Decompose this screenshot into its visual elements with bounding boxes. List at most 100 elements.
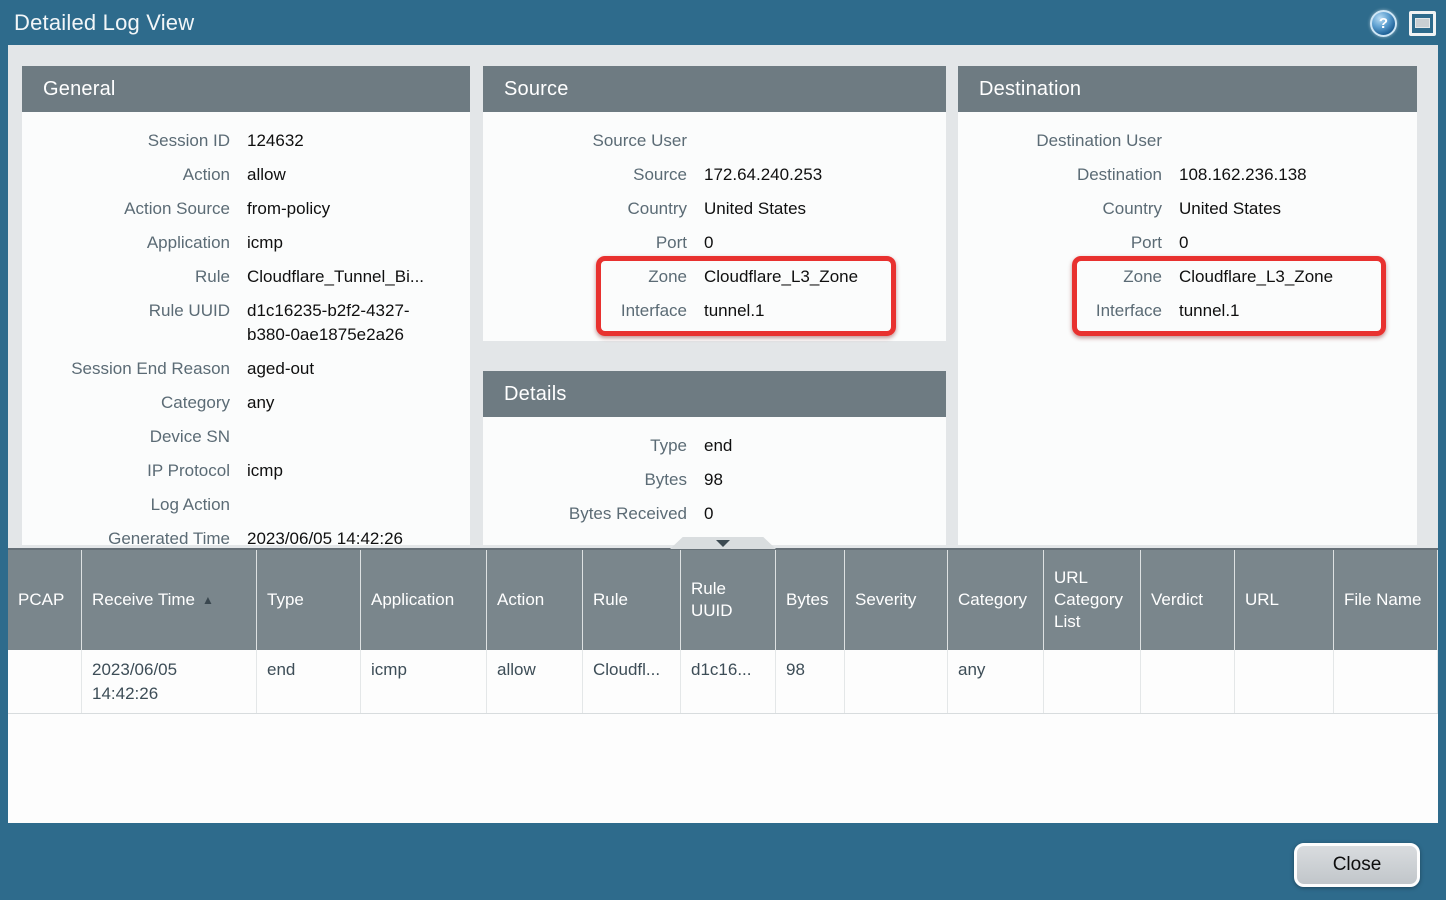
cell-type: end: [257, 650, 361, 713]
column-header-url[interactable]: URL: [1235, 550, 1334, 650]
field-label: Source User: [483, 129, 687, 153]
cell-severity: [845, 650, 948, 713]
dialog-title: Detailed Log View: [14, 10, 194, 36]
field-label: Zone: [483, 265, 687, 289]
column-header-label: Severity: [855, 589, 916, 611]
dialog-content: General Session ID124632ActionallowActio…: [8, 45, 1438, 823]
column-header-application[interactable]: Application: [361, 550, 487, 650]
field-label: Category: [22, 391, 230, 415]
field-label: Application: [22, 231, 230, 255]
column-header-verdict[interactable]: Verdict: [1141, 550, 1235, 650]
field-value: United States: [1179, 197, 1281, 221]
details-panel: Details TypeendBytes98Bytes Received0: [483, 371, 946, 545]
field-row: Source User: [483, 124, 946, 158]
field-value: end: [704, 434, 732, 458]
cell-action: allow: [487, 650, 583, 713]
field-value: tunnel.1: [704, 299, 765, 323]
general-panel-body: Session ID124632Actionallow Action Source…: [22, 112, 470, 545]
field-row: Bytes98: [483, 463, 946, 497]
field-row: Interfacetunnel.1: [958, 294, 1417, 328]
field-value: any: [247, 391, 274, 415]
field-row: Bytes Received0: [483, 497, 946, 531]
maximize-icon[interactable]: [1409, 11, 1436, 36]
field-row: Log Action: [22, 488, 470, 522]
column-header-severity[interactable]: Severity: [845, 550, 948, 650]
field-row: Application icmp: [22, 226, 470, 260]
sort-asc-icon: ▲: [202, 589, 214, 611]
column-header-pcap[interactable]: PCAP: [8, 550, 82, 650]
receive-time-value: 2023/06/05 14:42:26: [92, 658, 200, 706]
field-label: Country: [958, 197, 1162, 221]
field-row: Actionallow: [22, 158, 470, 192]
column-header-file-name[interactable]: File Name: [1334, 550, 1438, 650]
field-row: Session End Reasonaged-out: [22, 352, 470, 386]
field-value: Cloudflare_Tunnel_Bi...: [247, 265, 424, 289]
cell-bytes: 98: [776, 650, 845, 713]
field-value: 0: [704, 502, 713, 526]
close-button[interactable]: Close: [1294, 843, 1420, 887]
field-row: Interfacetunnel.1: [483, 294, 946, 328]
field-row: Source172.64.240.253: [483, 158, 946, 192]
destination-panel-body: Destination User Destination108.162.236.1…: [958, 112, 1417, 328]
field-label: Country: [483, 197, 687, 221]
column-header-bytes[interactable]: Bytes: [776, 550, 845, 650]
field-row: Rule Cloudflare_Tunnel_Bi...: [22, 260, 470, 294]
field-row: IP Protocol icmp: [22, 454, 470, 488]
field-row: Destination108.162.236.138: [958, 158, 1417, 192]
column-header-rule-uuid[interactable]: Rule UUID: [681, 550, 776, 650]
field-value: United States: [704, 197, 806, 221]
field-row: Port0: [483, 226, 946, 260]
field-label: Zone: [958, 265, 1162, 289]
field-row: Country United States: [483, 192, 946, 226]
field-label: Log Action: [22, 493, 230, 517]
log-table-header: PCAPReceive Time▲ Type Application Action Ru…: [8, 550, 1438, 650]
field-value: 0: [704, 231, 713, 255]
field-label: Rule UUID: [22, 299, 230, 347]
cell-rule: Cloudfl...: [583, 650, 681, 713]
field-value: aged-out: [247, 357, 314, 381]
cell-verdict: [1141, 650, 1235, 713]
field-value: 98: [704, 468, 723, 492]
help-icon[interactable]: ?: [1370, 10, 1397, 37]
field-label: Type: [483, 434, 687, 458]
cell-application: icmp: [361, 650, 487, 713]
field-value: 2023/06/05 14:42:26: [247, 527, 403, 545]
field-row: Session ID124632: [22, 124, 470, 158]
field-row: Zone Cloudflare_L3_Zone: [483, 260, 946, 294]
field-label: IP Protocol: [22, 459, 230, 483]
field-value: from-policy: [247, 197, 330, 221]
field-value: 108.162.236.138: [1179, 163, 1307, 187]
titlebar-icons: ?: [1370, 10, 1436, 37]
detailed-log-view-dialog: Detailed Log View ? General Session ID12…: [0, 0, 1446, 900]
column-header-action[interactable]: Action: [487, 550, 583, 650]
field-value: Cloudflare_L3_Zone: [1179, 265, 1333, 289]
field-value: icmp: [247, 231, 283, 255]
column-header-type[interactable]: Type: [257, 550, 361, 650]
column-header-label: Type: [267, 589, 304, 611]
panel-table-splitter[interactable]: [670, 537, 776, 549]
field-value: icmp: [247, 459, 283, 483]
field-label: Action Source: [22, 197, 230, 221]
field-label: Session ID: [22, 129, 230, 153]
cell-pcap: [8, 650, 82, 713]
field-label: Destination User: [958, 129, 1162, 153]
log-table: PCAPReceive Time▲ Type Application Action Ru…: [8, 548, 1438, 823]
field-value: 0: [1179, 231, 1188, 255]
column-header-url-category-list[interactable]: URL Category List: [1044, 550, 1141, 650]
column-header-category[interactable]: Category: [948, 550, 1044, 650]
column-header-rule[interactable]: Rule: [583, 550, 681, 650]
cell-file-name: [1334, 650, 1438, 713]
table-row[interactable]: 2023/06/05 14:42:26 endicmpallowCloudfl..…: [8, 650, 1438, 714]
cell-receive-time: 2023/06/05 14:42:26: [82, 650, 257, 713]
field-row: Zone Cloudflare_L3_Zone: [958, 260, 1417, 294]
cell-category: any: [948, 650, 1044, 713]
column-header-receive-time[interactable]: Receive Time▲: [82, 550, 257, 650]
details-panel-body: Typeend Bytes98Bytes Received0: [483, 417, 946, 531]
field-row: Device SN: [22, 420, 470, 454]
maximize-icon-inner: [1415, 18, 1430, 28]
field-value: tunnel.1: [1179, 299, 1240, 323]
column-header-label: Action: [497, 589, 544, 611]
field-label: Rule: [22, 265, 230, 289]
column-header-label: Rule: [593, 589, 628, 611]
field-value: Cloudflare_L3_Zone: [704, 265, 858, 289]
